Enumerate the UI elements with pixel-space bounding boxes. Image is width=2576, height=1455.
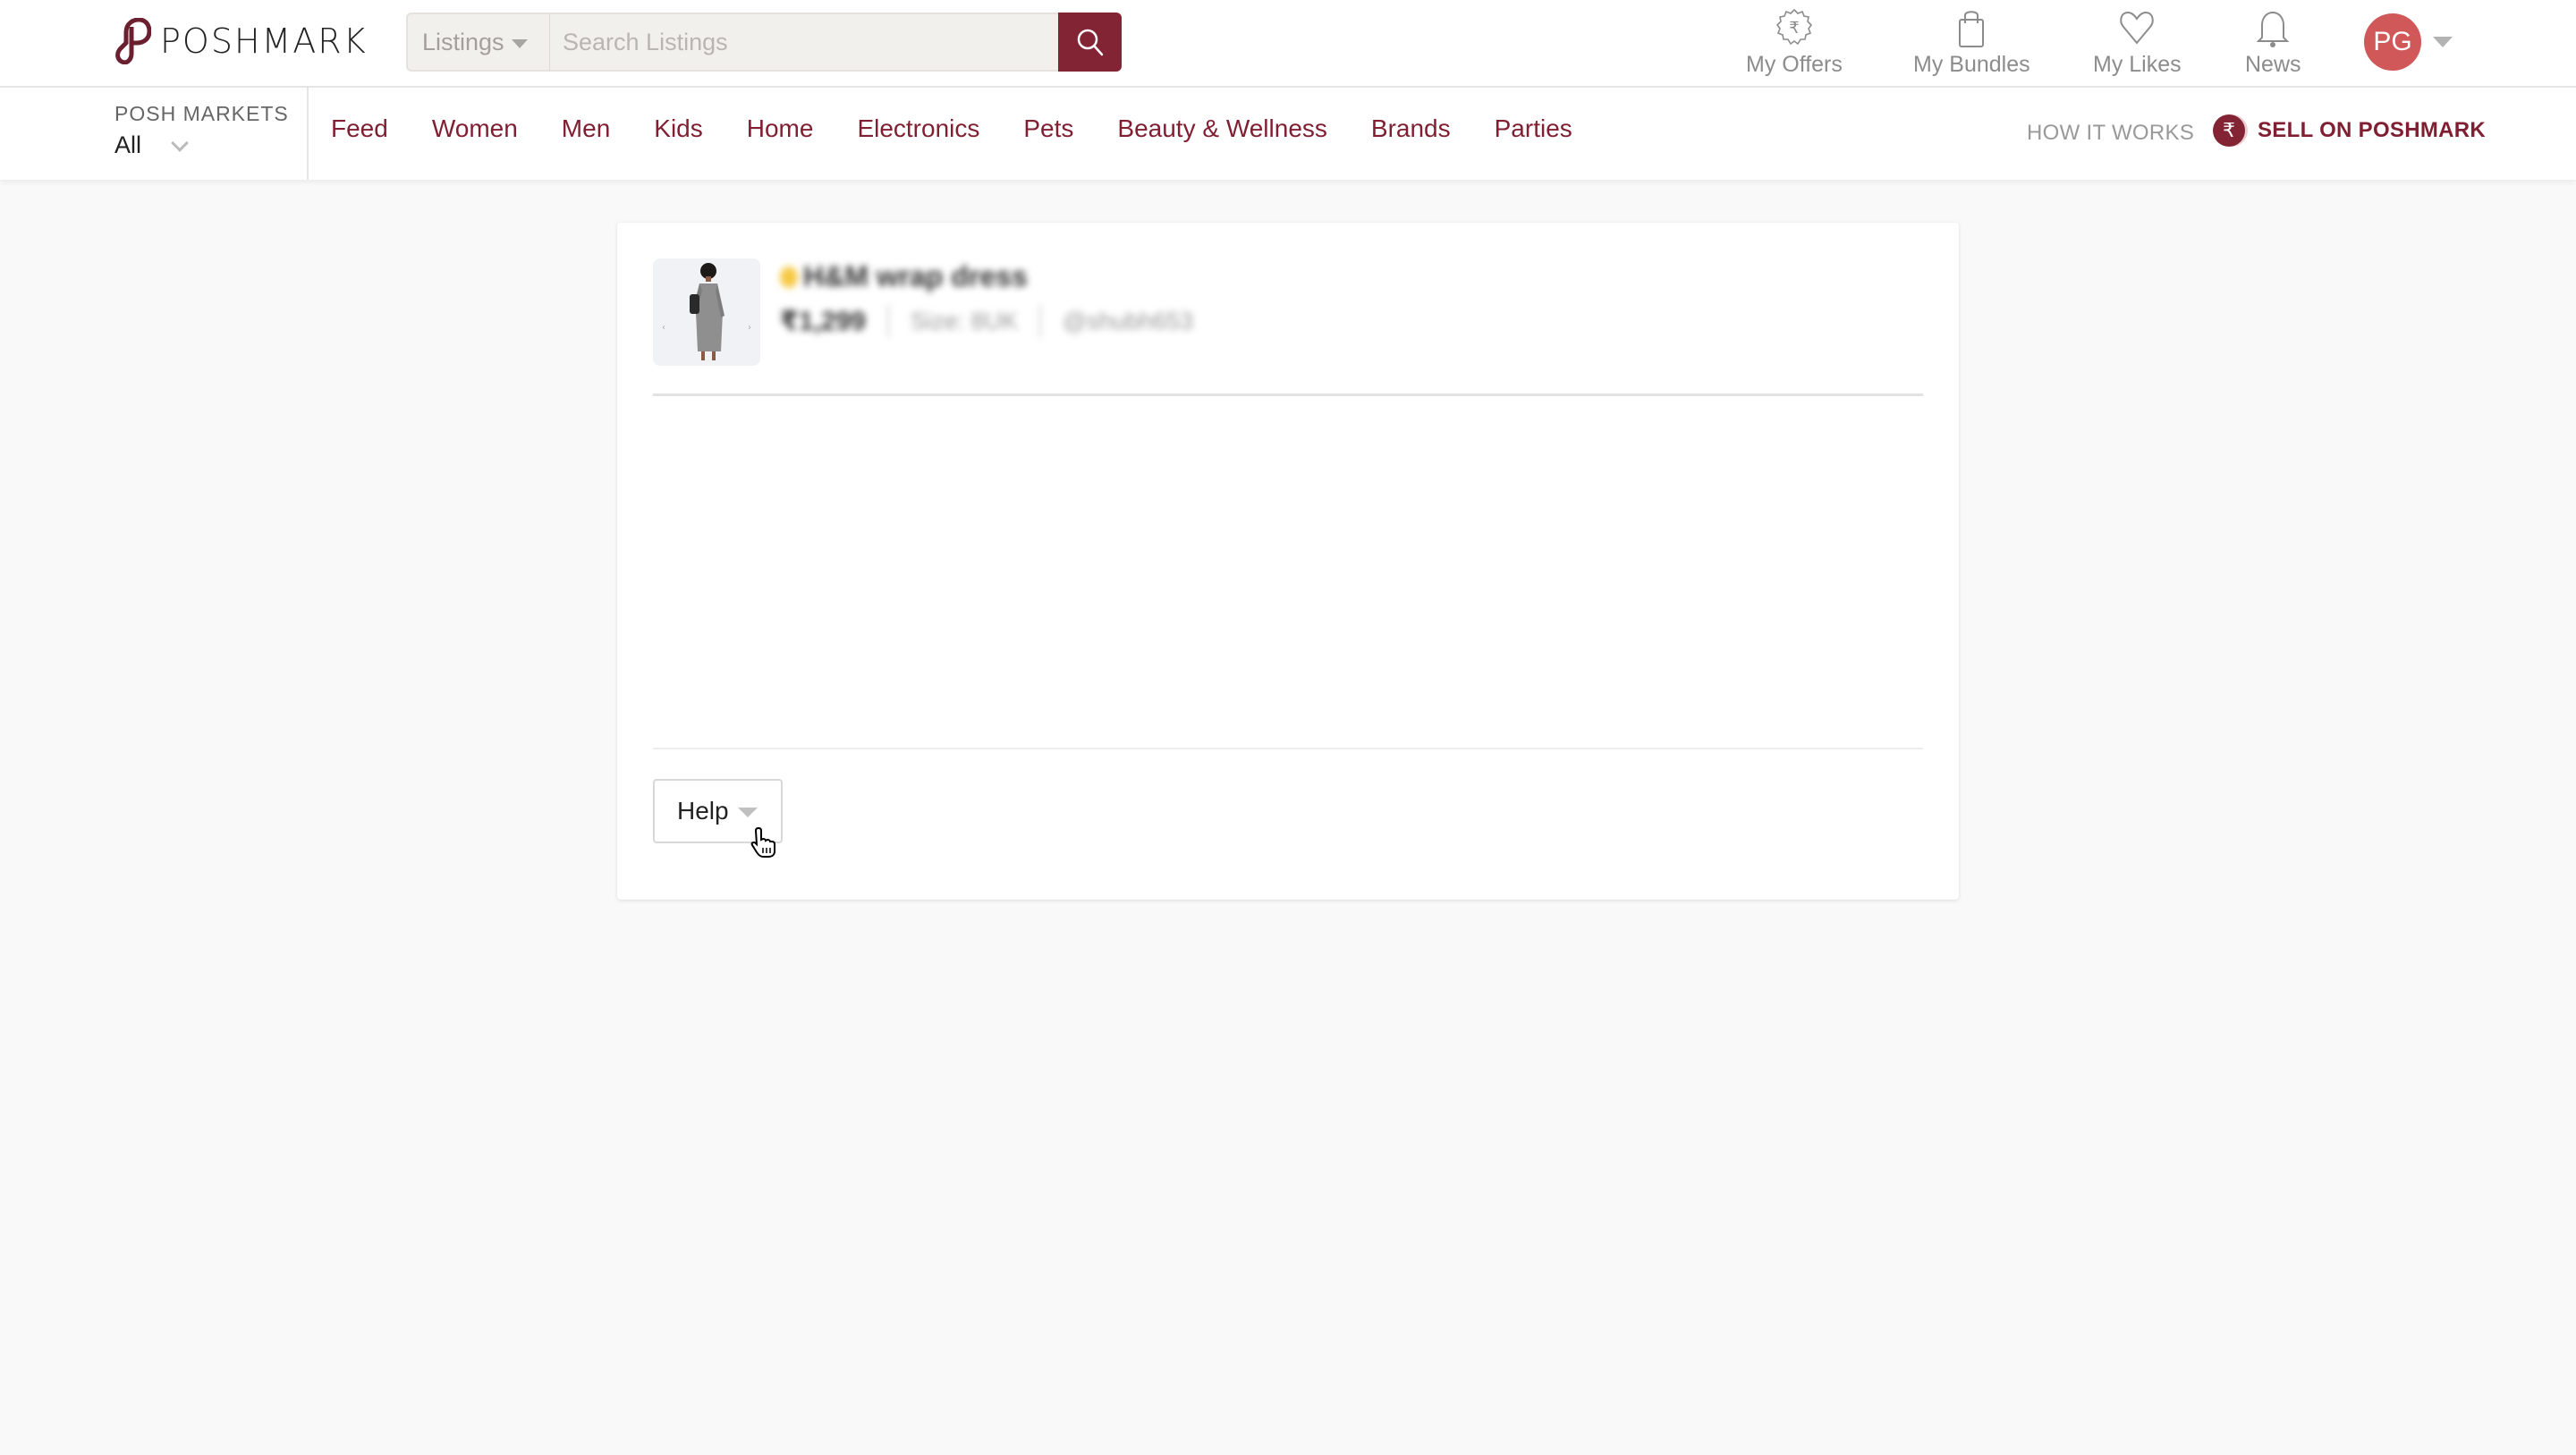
svg-text:‹: ‹ (662, 323, 665, 333)
my-bundles-link[interactable]: My Bundles (1913, 7, 2030, 78)
category-nav: POSH MARKETS All Feed Women Men Kids Hom… (0, 88, 2576, 180)
help-dropdown-button[interactable]: Help (653, 779, 783, 843)
news-link[interactable]: News (2245, 7, 2301, 78)
svg-text:›: › (748, 323, 751, 333)
category-links: Feed Women Men Kids Home Electronics Pet… (331, 114, 1616, 143)
my-likes-link[interactable]: My Likes (2093, 7, 2182, 78)
my-likes-label: My Likes (2093, 52, 2182, 77)
nav-link-brands[interactable]: Brands (1371, 114, 1451, 143)
nav-link-electronics[interactable]: Electronics (857, 114, 979, 143)
search-button[interactable] (1058, 13, 1122, 72)
card-divider-bottom (653, 748, 1923, 749)
offers-rupee-badge-icon: ₹ (1775, 8, 1812, 46)
chevron-down-icon (171, 133, 189, 152)
nav-link-home[interactable]: Home (747, 114, 814, 143)
my-bundles-label: My Bundles (1913, 52, 2030, 77)
listing-title-text: H&M wrap dress (803, 260, 1028, 292)
search-icon (1077, 29, 1103, 56)
listing-title[interactable]: H&M wrap dress (780, 260, 1028, 293)
poshmark-logo[interactable]: POSHMARK (112, 18, 368, 64)
news-label: News (2245, 52, 2301, 77)
caret-down-icon (511, 39, 528, 48)
sell-on-poshmark-link[interactable]: ₹ SELL ON POSHMARK (2213, 114, 2486, 147)
nav-link-parties[interactable]: Parties (1495, 114, 1572, 143)
listing-photo: ‹ › (653, 258, 760, 366)
help-label: Help (677, 797, 729, 825)
how-it-works-link[interactable]: HOW IT WORKS (2027, 121, 2194, 146)
nav-link-men[interactable]: Men (562, 114, 610, 143)
meta-divider (886, 305, 889, 337)
search-input[interactable] (550, 13, 1058, 72)
posh-markets-value: All (114, 131, 289, 159)
caret-down-icon (737, 807, 758, 817)
nav-link-kids[interactable]: Kids (654, 114, 702, 143)
listing-size: Size: 8UK (910, 307, 1019, 334)
poshmark-logo-icon (115, 18, 151, 64)
search-scope-label: Listings (422, 28, 504, 55)
my-offers-link[interactable]: ₹ My Offers (1746, 7, 1843, 78)
shopping-bag-icon (1959, 11, 1985, 47)
posh-markets-selected: All (114, 131, 142, 158)
search-scope-dropdown[interactable]: Listings (406, 13, 550, 72)
bell-icon (2256, 11, 2290, 47)
my-offers-label: My Offers (1746, 52, 1843, 77)
listing-meta: ₹1,299 Size: 8UK @shubh653 (780, 305, 1193, 337)
nav-link-pets[interactable]: Pets (1023, 114, 1073, 143)
nav-link-feed[interactable]: Feed (331, 114, 388, 143)
avatar-initials: PG (2373, 27, 2412, 56)
emoji-icon (780, 266, 798, 288)
account-menu-caret-icon[interactable] (2433, 37, 2453, 47)
search-bar: Listings (406, 13, 1122, 72)
listing-help-card: ‹ › H&M wrap dress ₹1,299 Size: 8UK @shu… (617, 223, 1959, 900)
listing-price: ₹1,299 (780, 306, 866, 336)
meta-divider (1039, 305, 1042, 337)
listing-thumbnail[interactable]: ‹ › (653, 258, 760, 366)
posh-markets-label: POSH MARKETS (114, 102, 289, 125)
user-avatar[interactable]: PG (2364, 13, 2421, 71)
heart-icon (2120, 11, 2155, 45)
rupee-coin-icon: ₹ (2213, 114, 2245, 147)
svg-text:₹: ₹ (1789, 19, 1799, 38)
logo-text: POSHMARK (160, 21, 368, 61)
card-divider-top (653, 393, 1923, 396)
listing-seller[interactable]: @shubh653 (1063, 308, 1193, 335)
top-header: POSHMARK Listings ₹ My Offers My Bundles (0, 0, 2576, 88)
sell-on-poshmark-label: SELL ON POSHMARK (2258, 118, 2487, 142)
nav-link-beauty-wellness[interactable]: Beauty & Wellness (1117, 114, 1327, 143)
nav-link-women[interactable]: Women (432, 114, 518, 143)
posh-markets-selector[interactable]: POSH MARKETS All (114, 102, 289, 159)
nav-divider (307, 88, 309, 180)
